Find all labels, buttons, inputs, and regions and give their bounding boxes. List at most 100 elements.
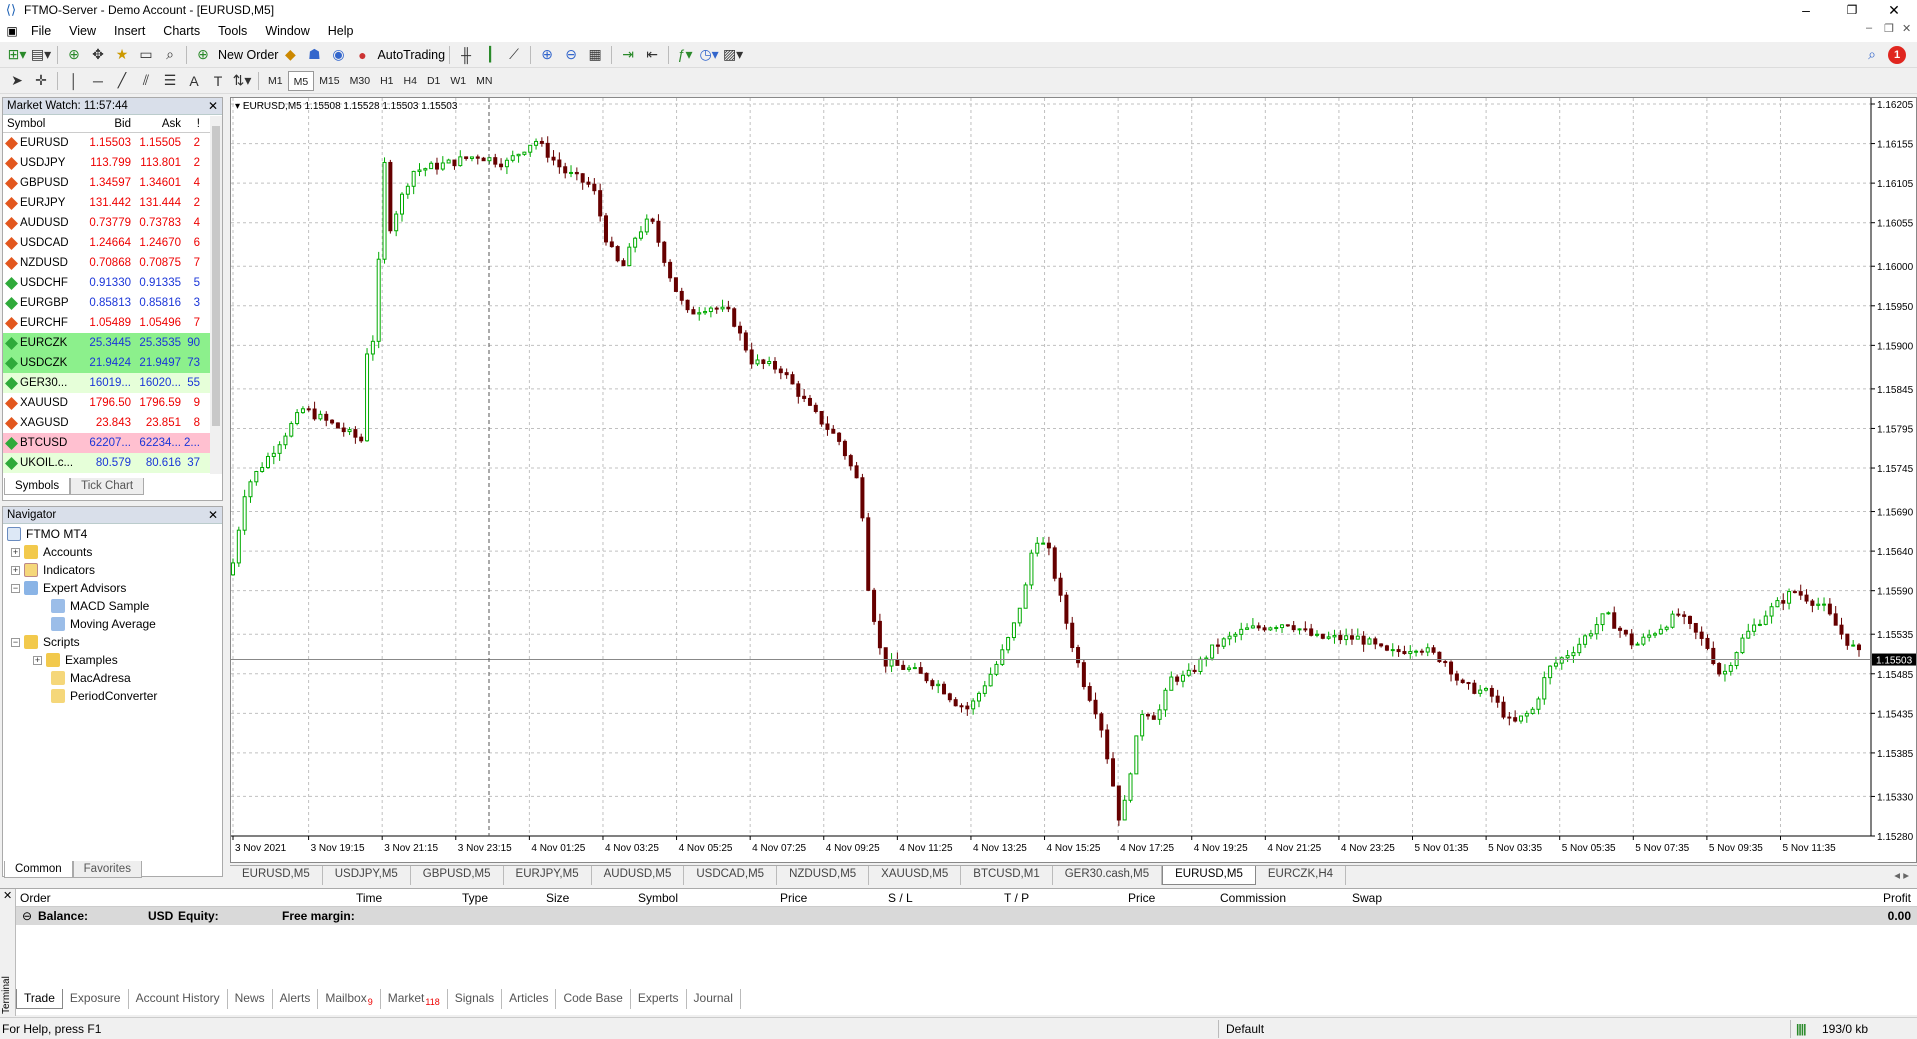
col-spread[interactable]: ! [181,115,203,132]
terminal-icon[interactable]: ▭ [135,44,157,66]
tree-moving-average[interactable]: Moving Average [51,617,156,631]
terminal-tab[interactable]: Market118 [381,989,448,1009]
market-watch-row[interactable]: EURJPY 131.442 131.444 2 [3,193,222,213]
terminal-tab[interactable]: Experts [631,989,687,1009]
arrows-icon[interactable]: ⇅▾ [231,70,253,92]
terminal-column-header[interactable]: Profit [1883,891,1911,905]
candlestick-icon[interactable]: ┃ [479,44,501,66]
chart-tab[interactable]: USDCAD,M5 [684,866,778,885]
chart-tab[interactable]: EURJPY,M5 [504,866,592,885]
bar-chart-icon[interactable]: ╫ [455,44,477,66]
terminal-column-header[interactable]: Type [462,891,488,905]
chart-tab[interactable]: BTCUSD,M1 [961,866,1053,885]
timeframe-h1[interactable]: H1 [375,71,398,91]
terminal-column-header[interactable]: Symbol [638,891,678,905]
terminal-column-header[interactable]: Time [356,891,382,905]
close-icon[interactable]: ✕ [208,98,218,115]
tab-scroll-arrows[interactable]: ◂ ▸ [1894,868,1909,882]
notification-badge[interactable]: 1 [1888,45,1906,64]
menu-window[interactable]: Window [256,24,318,38]
tab-common[interactable]: Common [4,861,73,878]
new-order-button[interactable]: New Order [218,48,278,62]
tree-root[interactable]: FTMO MT4 [7,527,87,541]
tree-periodconverter[interactable]: PeriodConverter [51,689,157,703]
tab-symbols[interactable]: Symbols [4,478,71,495]
terminal-tab[interactable]: Journal [687,989,741,1009]
signals-icon[interactable]: ☗ [303,44,325,66]
close-window-button[interactable]: ✕ [1871,0,1917,20]
market-watch-row[interactable]: GER30... 16019... 16020... 55 [3,373,222,393]
autotrading-icon[interactable]: ● [351,44,373,66]
data-window-icon[interactable]: ✥ [87,44,109,66]
community-icon[interactable]: ◉ [327,44,349,66]
chart-window[interactable]: 1.16205 1.16155 1.16105 1.16055 1.16000 1.159… [230,97,1917,863]
market-watch-row[interactable]: XAUUSD 1796.50 1796.59 9 [3,393,222,413]
timeframe-h4[interactable]: H4 [399,71,422,91]
terminal-column-header[interactable]: Price [780,891,807,905]
market-watch-row[interactable]: EURUSD 1.15503 1.15505 2 [3,133,222,153]
vertical-line-icon[interactable]: │ [63,70,85,92]
horizontal-line-icon[interactable]: ─ [87,70,109,92]
tab-favorites[interactable]: Favorites [72,861,142,878]
mdi-child-icon[interactable]: ▣ [2,24,22,38]
market-watch-row[interactable]: EURCHF 1.05489 1.05496 7 [3,313,222,333]
chart-tab[interactable]: XAUUSD,M5 [869,866,962,885]
market-watch-icon[interactable]: ⊕ [63,44,85,66]
market-watch-row[interactable]: AUDUSD 0.73779 0.73783 4 [3,213,222,233]
new-chart-icon[interactable]: ⊞▾ [6,44,28,66]
cursor-icon[interactable]: ➤ [6,70,28,92]
crosshair-icon[interactable]: ✛ [30,70,52,92]
zoom-out-icon[interactable]: ⊖ [560,44,582,66]
timeframe-mn[interactable]: MN [471,71,497,91]
strategy-tester-icon[interactable]: ⌕ [159,44,181,66]
periods-icon[interactable]: ◷▾ [698,44,720,66]
chart-tab[interactable]: NZDUSD,M5 [777,866,870,885]
trendline-icon[interactable]: ╱ [111,70,133,92]
chart-tab[interactable]: EURCZK,H4 [1256,866,1347,885]
text-icon[interactable]: A [183,70,205,92]
market-watch-row[interactable]: GBPUSD 1.34597 1.34601 4 [3,173,222,193]
market-watch-row[interactable]: USDCAD 1.24664 1.24670 6 [3,233,222,253]
metaeditor-icon[interactable]: ◆ [279,44,301,66]
menu-file[interactable]: File [22,24,60,38]
col-ask[interactable]: Ask [131,115,181,132]
mdi-restore-button[interactable]: ❐ [1884,22,1894,35]
autoscroll-icon[interactable]: ⇥ [617,44,639,66]
tree-expert-advisors[interactable]: − Expert Advisors [11,581,126,595]
chart-tab[interactable]: AUDUSD,M5 [592,866,685,885]
timeframe-d1[interactable]: D1 [422,71,445,91]
channel-icon[interactable]: ⫽ [135,70,157,92]
zoom-in-icon[interactable]: ⊕ [536,44,558,66]
profiles-icon[interactable]: ▤▾ [30,44,52,66]
mdi-close-button[interactable]: ✕ [1902,22,1911,35]
chart-tab[interactable]: GBPUSD,M5 [411,866,504,885]
terminal-column-header[interactable]: Size [546,891,569,905]
market-watch-scrollbar[interactable] [210,116,222,474]
new-order-icon[interactable]: ⊕ [192,44,214,66]
menu-tools[interactable]: Tools [209,24,256,38]
market-watch-row[interactable]: USDJPY 113.799 113.801 2 [3,153,222,173]
chart-tab[interactable]: GER30.cash,M5 [1053,866,1163,885]
timeframe-m5[interactable]: M5 [287,70,315,91]
autotrading-button[interactable]: AutoTrading [377,48,445,62]
terminal-tab[interactable]: News [228,989,273,1009]
chart-shift-icon[interactable]: ⇤ [641,44,663,66]
fibonacci-icon[interactable]: ☰ [159,70,181,92]
chart-tab[interactable]: EURUSD,M5 [230,866,323,885]
timeframe-m1[interactable]: M1 [263,71,288,91]
timeframe-m15[interactable]: M15 [314,71,344,91]
line-chart-icon[interactable]: ⟋ [503,44,525,66]
terminal-column-header[interactable]: T / P [1004,891,1029,905]
col-bid[interactable]: Bid [81,115,131,132]
market-watch-row[interactable]: BTCUSD 62207... 62234... 2... [3,433,222,453]
minimize-button[interactable]: – [1783,0,1829,20]
terminal-tab[interactable]: Exposure [63,989,129,1009]
col-symbol[interactable]: Symbol [3,115,81,132]
terminal-column-header[interactable]: Order [20,891,51,905]
tab-tick-chart[interactable]: Tick Chart [70,478,145,495]
terminal-tab[interactable]: Account History [129,989,228,1009]
text-label-icon[interactable]: T [207,70,229,92]
market-watch-row[interactable]: USDCZK 21.9424 21.9497 73 [3,353,222,373]
market-watch-row[interactable]: XAGUSD 23.843 23.851 8 [3,413,222,433]
close-icon[interactable]: ✕ [0,889,15,902]
